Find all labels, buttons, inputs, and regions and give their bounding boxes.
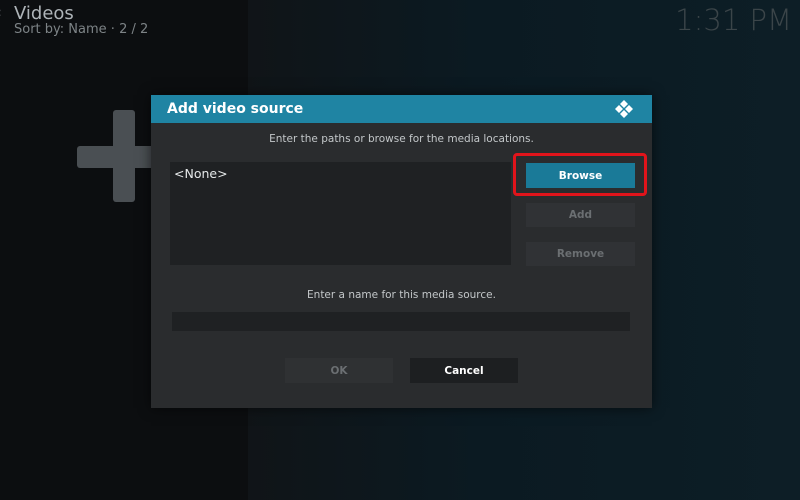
paths-hint: Enter the paths or browse for the media … (269, 133, 534, 145)
sort-label: Sort by: Name (14, 22, 107, 37)
kodi-logo-icon (615, 100, 633, 118)
source-name-input[interactable] (172, 312, 630, 331)
page-counter: 2 / 2 (119, 22, 149, 37)
add-button[interactable]: Add (526, 203, 635, 227)
dialog-title: Add video source (167, 101, 304, 117)
dialog-header: Add video source (151, 95, 652, 123)
paths-list[interactable]: <None> (170, 162, 511, 265)
add-source-dialog: Add video source Enter the paths or brow… (151, 95, 652, 408)
browse-button[interactable]: Browse (526, 163, 635, 188)
clock: 1:31 PM (675, 3, 792, 37)
cancel-button[interactable]: Cancel (410, 358, 518, 383)
sort-separator: · (110, 22, 120, 37)
remove-button[interactable]: Remove (526, 242, 635, 266)
back-icon: ‹ (0, 6, 6, 20)
list-item[interactable]: <None> (174, 166, 228, 182)
name-hint: Enter a name for this media source. (307, 289, 496, 301)
sort-info: Sort by: Name · 2 / 2 (14, 22, 148, 38)
ok-button[interactable]: OK (285, 358, 393, 383)
